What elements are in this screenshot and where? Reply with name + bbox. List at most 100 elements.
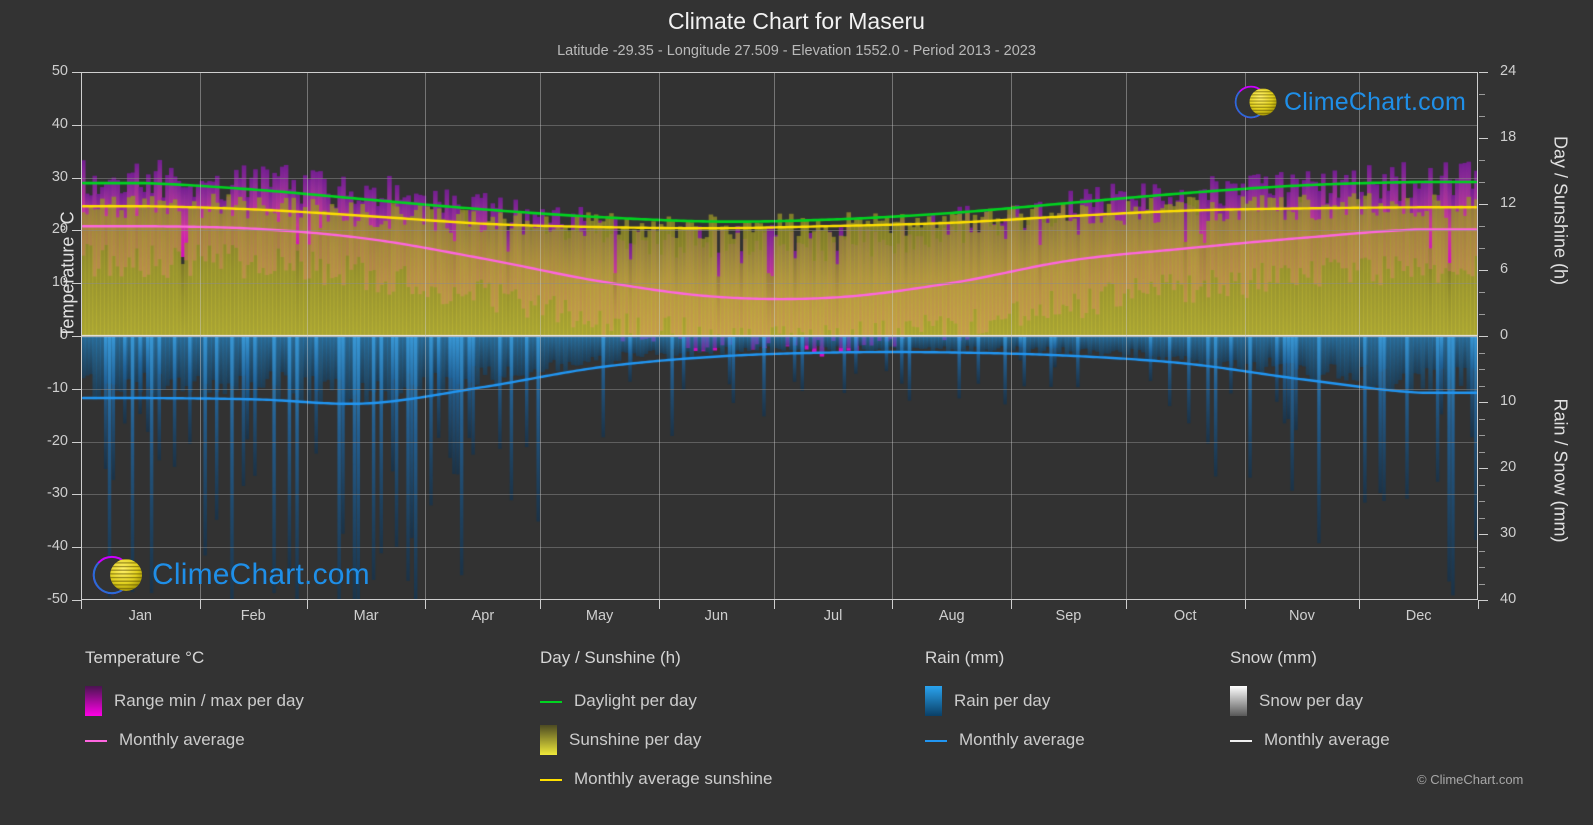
legend-swatch-line bbox=[540, 779, 562, 781]
axis-tick-right-hours bbox=[1479, 336, 1488, 337]
gridline-vertical bbox=[659, 72, 660, 600]
page-title: Climate Chart for Maseru bbox=[0, 8, 1593, 35]
axis-label-hours: 6 bbox=[1500, 261, 1546, 277]
axis-tick-minor bbox=[1479, 567, 1485, 568]
axis-tick-right-mm bbox=[1479, 402, 1488, 403]
axis-tick-minor bbox=[1479, 248, 1485, 249]
axis-label-mm: 30 bbox=[1500, 525, 1546, 541]
legend-title: Rain (mm) bbox=[925, 648, 1085, 668]
axis-label-temperature: -20 bbox=[22, 433, 68, 449]
axis-tick-minor bbox=[1479, 419, 1485, 420]
legend-item-label: Rain per day bbox=[954, 691, 1050, 711]
axis-label-hours: 24 bbox=[1500, 63, 1546, 79]
axis-tick-minor bbox=[1479, 386, 1485, 387]
axis-tick-minor bbox=[1479, 452, 1485, 453]
gridline-vertical bbox=[1011, 72, 1012, 600]
axis-tick-minor bbox=[1479, 369, 1485, 370]
axis-tick-right-hours bbox=[1479, 270, 1488, 271]
axis-tick-minor bbox=[1479, 551, 1485, 552]
watermark-logo-text: ClimeChart.com bbox=[1284, 88, 1466, 117]
legend-item[interactable]: Snow per day bbox=[1230, 681, 1390, 720]
axis-label-temperature: -30 bbox=[22, 485, 68, 501]
axis-tick-left bbox=[72, 125, 81, 126]
axis-tick-right-hours bbox=[1479, 204, 1488, 205]
axis-tick-minor bbox=[1479, 116, 1485, 117]
legend-swatch-gradient bbox=[1230, 686, 1247, 716]
axis-title-day-sunshine: Day / Sunshine (h) bbox=[1550, 81, 1571, 341]
axis-label-hours: 12 bbox=[1500, 195, 1546, 211]
axis-tick-left bbox=[72, 442, 81, 443]
legend-swatch-line bbox=[85, 740, 107, 742]
gridline-horizontal bbox=[81, 442, 1478, 443]
axis-title-temperature: Temperature °C bbox=[58, 145, 79, 405]
axis-tick-left bbox=[72, 600, 81, 601]
legend-item-label: Monthly average bbox=[119, 730, 245, 750]
legend-item[interactable]: Sunshine per day bbox=[540, 720, 772, 759]
axis-tick-minor bbox=[1479, 292, 1485, 293]
legend-swatch-line bbox=[925, 740, 947, 742]
axis-label-month: Jun bbox=[656, 608, 776, 624]
axis-tick-minor bbox=[1479, 226, 1485, 227]
axis-label-month: Aug bbox=[892, 608, 1012, 624]
axis-label-month: Mar bbox=[306, 608, 426, 624]
legend-item[interactable]: Rain per day bbox=[925, 681, 1085, 720]
axis-label-hours: 18 bbox=[1500, 129, 1546, 145]
axis-tick-minor bbox=[1479, 160, 1485, 161]
axis-tick-right-hours bbox=[1479, 138, 1488, 139]
legend-item[interactable]: Monthly average bbox=[925, 720, 1085, 759]
axis-label-temperature: -40 bbox=[22, 538, 68, 554]
legend-item[interactable]: Daylight per day bbox=[540, 681, 772, 720]
legend-column-day-sunshine-h: Day / Sunshine (h) Daylight per day Sunshi… bbox=[540, 648, 772, 798]
legend-item-label: Sunshine per day bbox=[569, 730, 701, 750]
legend-item[interactable]: Monthly average sunshine bbox=[540, 759, 772, 798]
gridline-vertical bbox=[200, 72, 201, 600]
gridline-vertical bbox=[1126, 72, 1127, 600]
watermark-logo-top: ClimeChart.com bbox=[1233, 80, 1466, 124]
legend-swatch-line bbox=[1230, 740, 1252, 742]
axis-tick-minor bbox=[1479, 518, 1485, 519]
axis-label-temperature: 40 bbox=[22, 116, 68, 132]
legend-item-label: Monthly average sunshine bbox=[574, 769, 772, 789]
axis-label-temperature: -50 bbox=[22, 591, 68, 607]
legend-item-label: Range min / max per day bbox=[114, 691, 304, 711]
watermark-logo-text: ClimeChart.com bbox=[152, 558, 370, 592]
axis-label-mm: 20 bbox=[1500, 459, 1546, 475]
gridline-horizontal bbox=[81, 125, 1478, 126]
gridline-horizontal bbox=[81, 230, 1478, 231]
gridline-vertical bbox=[307, 72, 308, 600]
axis-label-month: Apr bbox=[423, 608, 543, 624]
axis-tick-minor bbox=[1479, 584, 1485, 585]
axis-label-temperature: 50 bbox=[22, 63, 68, 79]
climate-chart: Climate Chart for Maseru Latitude -29.35… bbox=[0, 0, 1593, 825]
legend-swatch-gradient bbox=[540, 725, 557, 755]
legend-item[interactable]: Range min / max per day bbox=[85, 681, 304, 720]
axis-label-month: Sep bbox=[1008, 608, 1128, 624]
gridline-vertical bbox=[1359, 72, 1360, 600]
axis-tick-minor bbox=[1479, 353, 1485, 354]
chart-legend: Temperature °CRange min / max per dayMon… bbox=[0, 648, 1593, 823]
axis-label-month: Jul bbox=[773, 608, 893, 624]
legend-column-temperature-c: Temperature °CRange min / max per dayMon… bbox=[85, 648, 304, 759]
legend-swatch-gradient bbox=[925, 686, 942, 716]
axis-label-month: Nov bbox=[1242, 608, 1362, 624]
gridline-horizontal bbox=[81, 283, 1478, 284]
gridline-vertical bbox=[425, 72, 426, 600]
axis-label-mm: 40 bbox=[1500, 591, 1546, 607]
axis-label-hours: 0 bbox=[1500, 327, 1546, 343]
axis-tick-minor bbox=[1479, 485, 1485, 486]
gridline-vertical bbox=[540, 72, 541, 600]
axis-label-month: Oct bbox=[1125, 608, 1245, 624]
axis-tick-left bbox=[72, 494, 81, 495]
watermark-logo-bottom: ClimeChart.com bbox=[90, 549, 370, 601]
axis-label-mm: 10 bbox=[1500, 393, 1546, 409]
legend-swatch-line bbox=[540, 701, 562, 703]
gridline-horizontal bbox=[81, 389, 1478, 390]
legend-title: Day / Sunshine (h) bbox=[540, 648, 772, 668]
axis-label-month: Feb bbox=[193, 608, 313, 624]
gridline-horizontal bbox=[81, 494, 1478, 495]
legend-item[interactable]: Monthly average bbox=[85, 720, 304, 759]
legend-item-label: Monthly average bbox=[1264, 730, 1390, 750]
gridline-vertical bbox=[774, 72, 775, 600]
legend-column-snow-mm: Snow (mm)Snow per dayMonthly average bbox=[1230, 648, 1390, 759]
legend-item[interactable]: Monthly average bbox=[1230, 720, 1390, 759]
